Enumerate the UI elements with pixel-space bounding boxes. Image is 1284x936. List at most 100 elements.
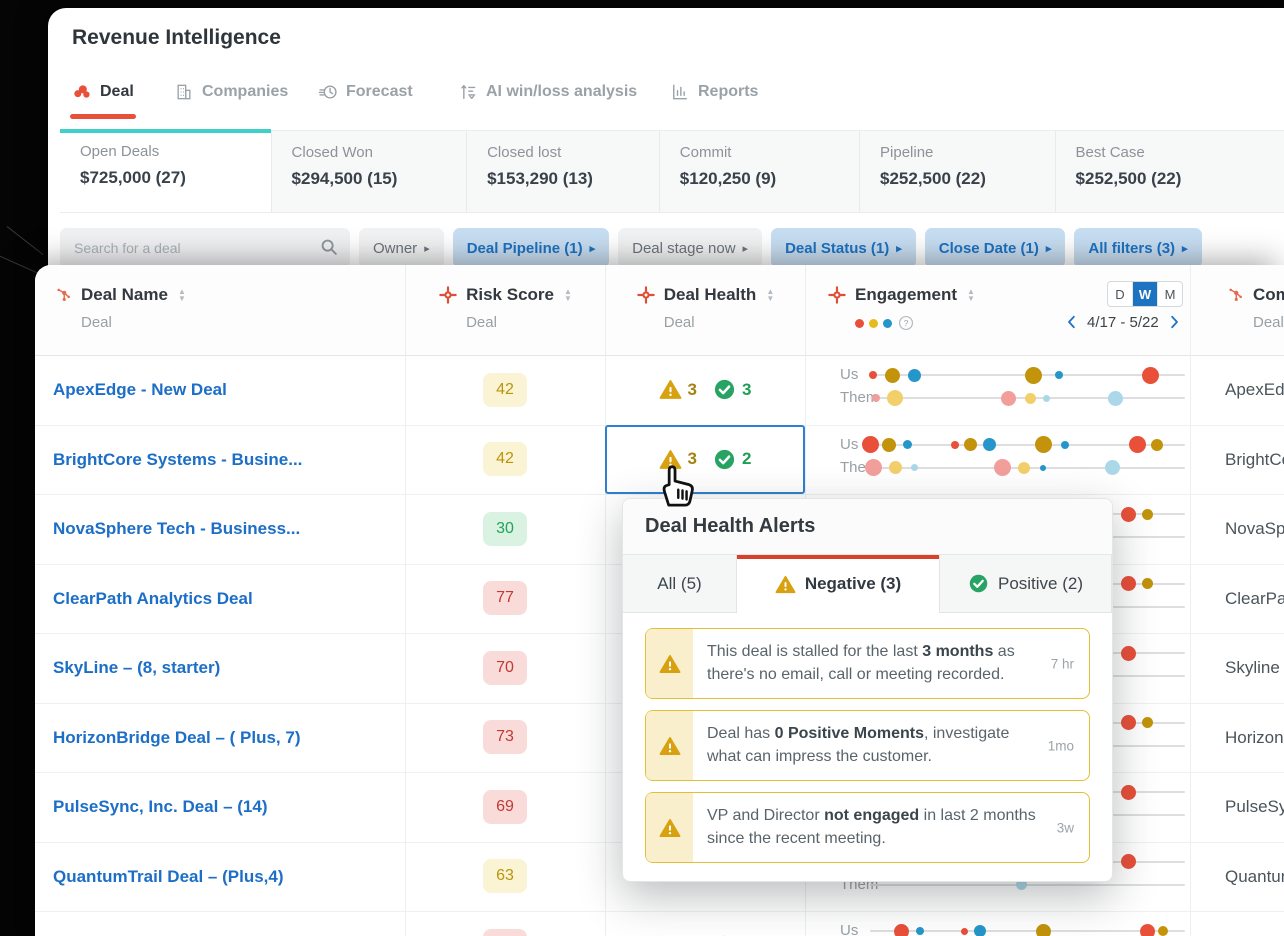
risk-score-badge: 42 — [483, 372, 527, 407]
deal-name-link[interactable]: HorizonBridge Deal – ( Plus, 7) — [53, 703, 301, 773]
engagement-dot — [951, 440, 960, 449]
engagement-dot — [888, 461, 902, 474]
engagement-dot — [894, 923, 909, 936]
warning-triangle-icon — [659, 735, 681, 757]
card-label: Best Case — [1075, 144, 1145, 161]
card-label: Closed Won — [291, 144, 373, 161]
tab-deal[interactable]: Deal — [70, 82, 136, 119]
deal-health-cell[interactable]: 33 — [605, 355, 805, 425]
positive-count: 2 — [742, 449, 752, 469]
column-header-risk[interactable]: Risk Score ▲ ▼ Deal — [405, 265, 605, 355]
alert-timestamp: 3w — [1056, 820, 1074, 835]
screen: Revenue Intelligence Deal Companies Foreca… — [0, 0, 1284, 936]
card-label: Open Deals — [80, 143, 160, 160]
positive-alerts: 3 — [713, 378, 751, 401]
alert-severity-strip — [646, 793, 693, 862]
deal-name-link[interactable]: SkyLine – (8, starter) — [53, 633, 220, 703]
risk-score-cell: 63 — [405, 842, 605, 912]
column-header-deal_name[interactable]: Deal Name ▲ ▼ Deal — [35, 265, 405, 355]
alert-tab-negative-3-[interactable]: Negative (3) — [737, 555, 940, 613]
search-input[interactable] — [60, 228, 350, 268]
tab-ai-win-loss-analysis[interactable]: AI win/loss analysis — [458, 82, 637, 102]
filter-button-all-filters-3-[interactable]: All filters (3) ▸ — [1074, 228, 1202, 268]
alert-tab-all-5-[interactable]: All (5) — [623, 555, 737, 613]
sort-arrows-icon[interactable]: ▲ ▼ — [178, 288, 186, 303]
card-label: Pipeline — [880, 144, 934, 161]
caret-right-icon: ▸ — [1182, 242, 1188, 255]
engagement-dot — [1055, 371, 1063, 379]
deal-name-link[interactable]: ClearPath Analytics Deal — [53, 564, 253, 634]
card-value: $725,000 (27) — [80, 168, 186, 187]
hubspot-sprocket-icon — [1225, 285, 1245, 305]
risk-score-cell: 42 — [405, 355, 605, 425]
caret-right-icon: ▸ — [742, 242, 749, 255]
risk-score-badge: 70 — [483, 650, 527, 685]
chevron-right-icon[interactable] — [1165, 313, 1183, 331]
filter-button-deal-pipeline-1-[interactable]: Deal Pipeline (1) ▸ — [452, 228, 610, 268]
background-scribble — [6, 225, 44, 256]
check-circle-icon — [713, 448, 736, 471]
deal-name-link[interactable]: BrightCore Systems - Busine... — [53, 425, 302, 495]
crosshair-icon — [438, 285, 458, 305]
filter-button-label: Close Date (1) — [938, 239, 1039, 257]
sort-arrows-icon[interactable]: ▲ ▼ — [967, 288, 975, 303]
filter-button-close-date-1-[interactable]: Close Date (1) ▸ — [924, 228, 1066, 268]
filter-button-label: All filters (3) — [1088, 239, 1176, 257]
summary-card-open-deals[interactable]: Open Deals $725,000 (27) — [60, 129, 271, 212]
card-value: $120,250 (9) — [679, 169, 777, 188]
column-header-company[interactable]: Company▲▼ Deal — [1190, 265, 1284, 355]
popup-title: Deal Health Alerts — [623, 499, 1112, 555]
deal-name-link[interactable]: QuantumTrail Deal – (Plus,4) — [53, 842, 284, 912]
column-header-engagement[interactable]: Engagement ▲ ▼? D W M 4/17 - 5/22 — [805, 265, 1190, 355]
column-subtitle: Deal — [663, 314, 695, 331]
card-label: Closed lost — [487, 144, 562, 161]
period-option-m[interactable]: M — [1157, 282, 1182, 306]
deal-health-cell[interactable] — [605, 911, 805, 936]
sort-arrows-icon[interactable]: ▲ ▼ — [564, 288, 572, 303]
deal-health-cell[interactable]: 32 — [605, 425, 805, 495]
alert-tab-positive-2-[interactable]: Positive (2) — [940, 555, 1112, 613]
summary-card-best-case[interactable]: Best Case $252,500 (22) — [1054, 130, 1284, 212]
column-title: Risk Score — [466, 285, 554, 304]
filter-button-deal-stage-now[interactable]: Deal stage now ▸ — [618, 228, 763, 268]
summary-card-pipeline[interactable]: Pipeline $252,500 (22) — [859, 130, 1055, 212]
engagement-us-label: Us — [840, 435, 859, 453]
column-header-content: Company▲▼ Deal — [1225, 265, 1284, 331]
tab-companies[interactable]: Companies — [174, 82, 288, 102]
filter-button-deal-status-1-[interactable]: Deal Status (1) ▸ — [771, 228, 916, 268]
period-option-d[interactable]: D — [1108, 282, 1132, 306]
column-title: Company — [1253, 285, 1284, 304]
column-title-row: Engagement ▲ ▼ — [827, 285, 975, 305]
ai-analysis-icon — [458, 82, 478, 102]
summary-card-closed-lost[interactable]: Closed lost $153,290 (13) — [466, 130, 659, 212]
summary-card-commit[interactable]: Commit $120,250 (9) — [658, 130, 860, 212]
filter-button-owner[interactable]: Owner ▸ — [359, 228, 444, 268]
negative-alerts: 3 — [659, 448, 697, 471]
deal-name-link[interactable]: NovaSphere Tech - Business... — [53, 494, 300, 564]
summary-card-closed-won[interactable]: Closed Won $294,500 (15) — [270, 130, 467, 212]
column-divider — [405, 265, 406, 936]
summary-cards: Open Deals $725,000 (27) Closed Won $294,50… — [60, 129, 1284, 213]
engagement-dot — [1001, 390, 1017, 406]
column-header-health[interactable]: Deal Health ▲ ▼ Deal — [605, 265, 805, 355]
period-option-w[interactable]: W — [1132, 282, 1157, 306]
alert-message: Deal has 0 Positive Moments, investigate… — [707, 725, 1010, 766]
engagement-dot — [1035, 923, 1051, 936]
sort-arrows-icon[interactable]: ▲ ▼ — [766, 288, 774, 303]
deal-name-link[interactable]: ApexEdge - New Deal — [53, 355, 227, 425]
alert-severity-strip — [646, 629, 693, 698]
risk-score-cell: 42 — [405, 425, 605, 495]
engagement-dot — [910, 464, 918, 471]
engagement-dot — [872, 394, 881, 402]
company-cell: ApexEdge — [1225, 380, 1284, 399]
tab-reports[interactable]: Reports — [670, 82, 758, 102]
deal-name-link[interactable]: PulseSync, Inc. Deal – (14) — [53, 772, 267, 842]
gong-logo-icon — [72, 82, 92, 102]
engagement-dot — [887, 390, 904, 406]
engagement-dot — [1025, 366, 1043, 384]
company-cell: NovaSphere — [1225, 519, 1284, 538]
help-icon[interactable]: ? — [897, 314, 915, 332]
tab-forecast[interactable]: Forecast — [318, 82, 413, 102]
chevron-left-icon[interactable] — [1063, 313, 1081, 331]
column-header-content: Deal Name ▲ ▼ Deal — [53, 265, 186, 331]
